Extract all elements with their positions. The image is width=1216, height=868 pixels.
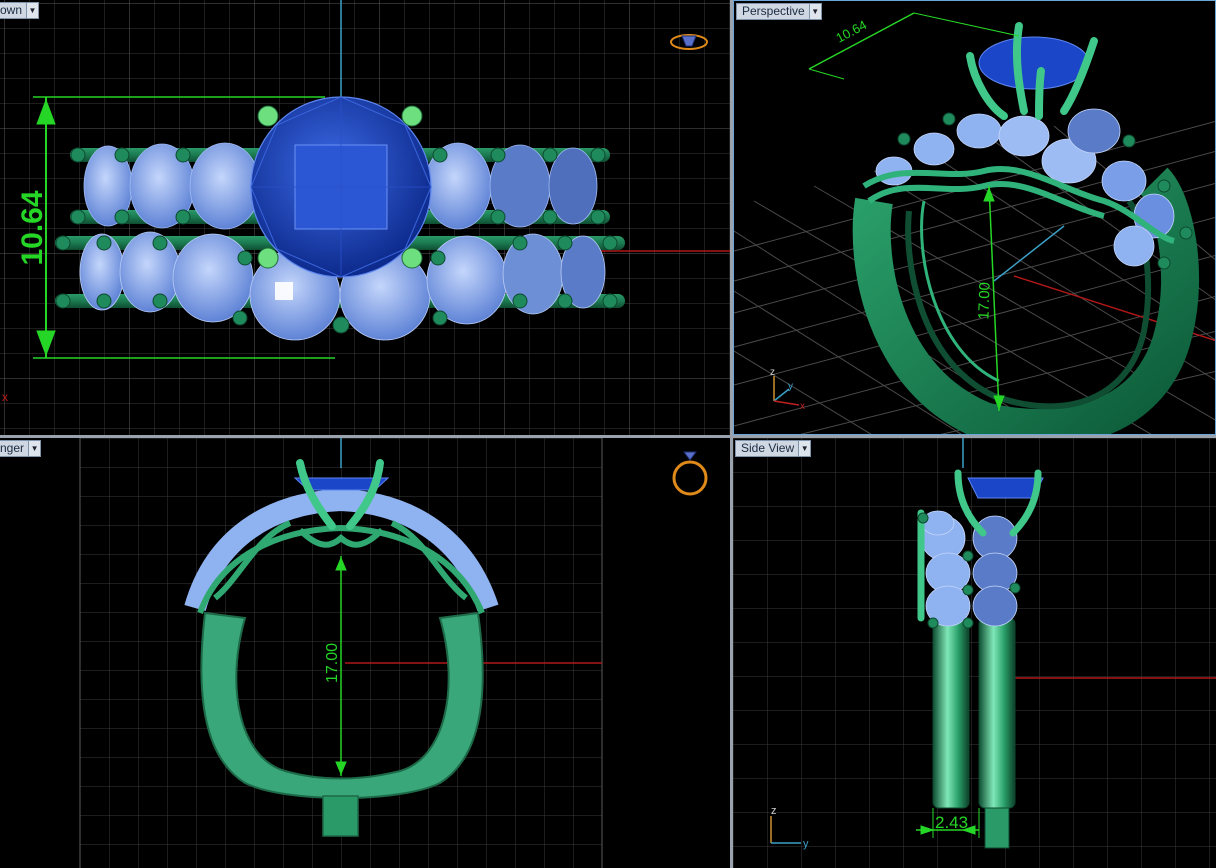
side-view-canvas: 2.43 z y: [733, 438, 1216, 868]
viewport-perspective[interactable]: 10.64 17.00 z y x Perspective ▼: [733, 0, 1216, 435]
viewport-side[interactable]: 2.43 z y Side View ▼: [733, 438, 1216, 868]
dropdown-arrow-icon[interactable]: ▼: [28, 441, 41, 456]
viewport-tab-perspective[interactable]: Perspective ▼: [736, 3, 822, 20]
front-view-canvas: 10.64 x: [0, 0, 730, 435]
dimension-label: 10.64: [16, 190, 49, 265]
viewport-front[interactable]: 10.64 x own ▼: [0, 0, 730, 435]
viewport-tab-side[interactable]: Side View ▼: [735, 440, 812, 457]
perspective-canvas: 10.64 17.00 z y x: [734, 12, 1215, 434]
ring-view-icon[interactable]: [668, 30, 710, 54]
viewport-tab-label: Side View: [741, 441, 795, 455]
svg-text:y: y: [803, 838, 809, 850]
dimension-ring-label: 17.00: [975, 282, 993, 320]
dimension-side-label: 2.43: [935, 813, 968, 832]
viewport-tab-label: own: [0, 3, 23, 17]
dropdown-arrow-icon[interactable]: ▼: [808, 4, 821, 19]
center-stone: [250, 96, 432, 278]
svg-text:z: z: [770, 367, 775, 378]
ring-view-icon[interactable]: [668, 448, 712, 498]
dropdown-arrow-icon[interactable]: ▼: [26, 3, 39, 18]
viewport-tab-finger[interactable]: nger ▼: [0, 440, 42, 457]
viewport-tab-label: Perspective: [742, 4, 805, 18]
finger-view-canvas: 17.00: [79, 438, 603, 868]
svg-text:z: z: [771, 805, 777, 817]
svg-text:y: y: [788, 381, 793, 392]
viewport-finger[interactable]: 17.00 nger ▼: [0, 438, 730, 868]
dropdown-arrow-icon[interactable]: ▼: [798, 441, 811, 456]
svg-text:x: x: [800, 401, 805, 412]
dimension-top-label: 10.64: [833, 17, 869, 46]
viewport-tab-label: nger: [0, 441, 25, 455]
axis-x-label: x: [2, 390, 8, 404]
dimension-finger-label: 17.00: [324, 643, 341, 683]
viewport-tab-front[interactable]: own ▼: [0, 2, 40, 19]
